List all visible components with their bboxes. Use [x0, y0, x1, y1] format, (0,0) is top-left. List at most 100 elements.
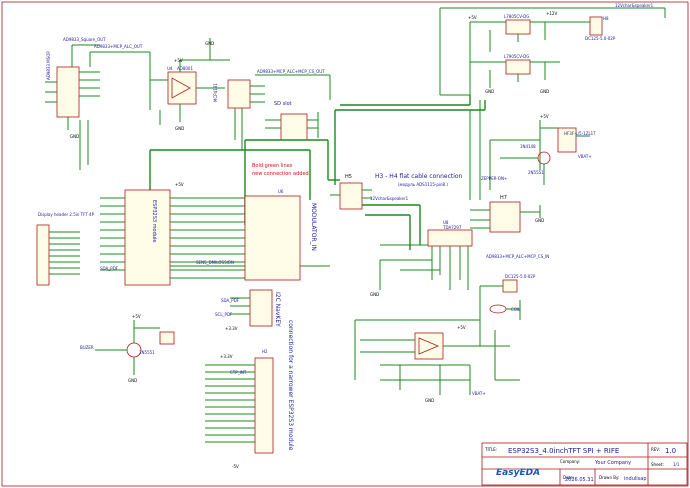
- esp32-label: ESP32S3 module: [151, 200, 157, 242]
- i2c-navkey-connector[interactable]: [249, 289, 273, 327]
- narrow-esp-connector[interactable]: [254, 357, 274, 454]
- gnd-7: GND: [70, 134, 79, 139]
- net-buzer: BUZER: [80, 345, 94, 350]
- easyeda-logo: EasyEDA: [496, 468, 540, 478]
- sd-slot-connector[interactable]: [280, 113, 308, 141]
- note-bold-green: Bold green lines: [252, 163, 293, 169]
- buzzer[interactable]: [159, 331, 175, 345]
- note-h3-h4: H3 - H4 flat cable connection: [375, 173, 463, 180]
- ad9833-label: AD9833 MSOP: [46, 51, 51, 80]
- gnd-9: GND: [535, 218, 544, 223]
- schematic-sheet: { "sheet": { "title_label": "TITLE:", "t…: [0, 0, 690, 488]
- company-label: Company:: [560, 459, 580, 464]
- u4-label: U4: [167, 66, 173, 71]
- date-value: 2026.05.31: [565, 477, 594, 483]
- sheet-title: ESP32S3_4.0inchTFT SPI + RIFE: [508, 447, 619, 455]
- u6-modulator-header[interactable]: [244, 195, 301, 281]
- bottom-right-analog: [354, 319, 520, 395]
- company-value: Your Company: [594, 460, 631, 466]
- u8-chip[interactable]: [427, 229, 473, 247]
- net-mcp-cs-in: AD9833+MCP_ALC+MCP_CS_IN: [486, 254, 549, 259]
- lm7905-chip[interactable]: [505, 59, 531, 75]
- h8-label: H8: [603, 16, 609, 21]
- rev-label: REV:: [651, 447, 660, 452]
- display-header-block: [36, 224, 80, 286]
- h7-connector[interactable]: [489, 201, 521, 233]
- dc-jack-2[interactable]: [502, 279, 518, 293]
- h7-header: H7: [470, 195, 541, 233]
- h5-connector[interactable]: [339, 182, 363, 210]
- net-zepper: ZEPPER-ON+: [481, 176, 507, 181]
- narrow-ctp: CTP_INT: [230, 370, 247, 375]
- gnd-1: GND: [205, 41, 214, 46]
- display-header-label: Display header 2.5in TFT 4P: [38, 212, 95, 217]
- v9-label: +5V: [468, 15, 477, 20]
- rev-value: 1.0: [665, 447, 676, 455]
- esp-v5: +5V: [175, 182, 184, 187]
- ad9833-block: AD9833 MSOP: [45, 44, 150, 170]
- u8-amplifier: U8 TDA7297: [379, 220, 473, 290]
- h5-header: H5: [330, 174, 372, 210]
- u5-chip[interactable]: [227, 79, 251, 109]
- q1-label: 2N5551: [139, 350, 155, 355]
- net-scl-nav: SCL_PDF: [215, 312, 233, 317]
- net-sens: SENS_DMILOSSION: [196, 260, 234, 265]
- gnd-4: GND: [540, 89, 549, 94]
- gnd-6: GND: [425, 398, 434, 403]
- net-vchar-top: 12Vchar&speaker1: [615, 3, 654, 8]
- dc-jack[interactable]: [589, 16, 603, 36]
- buzzer-v5: +5V: [132, 314, 141, 319]
- q2-label: 2N5551: [528, 170, 544, 175]
- gnd-3: GND: [485, 89, 494, 94]
- net-ad9833-square: AD9833_Square_OUT: [63, 37, 106, 42]
- gnd-5: GND: [370, 292, 379, 297]
- u5-name: MCP4131: [213, 83, 218, 102]
- sd-slot-block: SD slot: [265, 101, 319, 141]
- h5-label: H5: [345, 174, 352, 180]
- narrow-connector-block: connection for a narrower ESP32S3 module…: [205, 320, 294, 454]
- vbat-bottom: VBAT+: [472, 391, 486, 396]
- title-label: TITLE:: [484, 447, 497, 452]
- gnd-2: GND: [175, 126, 184, 131]
- coil-symbol[interactable]: [489, 304, 507, 314]
- net-vbat: VBAT+: [578, 154, 592, 159]
- v12-label: +12V: [546, 11, 557, 16]
- dc-jack-2-label: DC125-5.0-02P: [505, 274, 536, 279]
- drawn-value: indulisap: [624, 476, 647, 482]
- gnd-8: GND: [128, 378, 137, 383]
- display-header-connector[interactable]: [36, 224, 50, 286]
- sheet-value: 1/1: [673, 462, 680, 467]
- narrower-label: connection for a narrower ESP32S3 module: [287, 320, 294, 451]
- sheet-label: Sheet:: [651, 462, 664, 467]
- sheet-border: [1, 1, 689, 487]
- coil-label: COIL: [511, 307, 521, 312]
- u6-label: U6: [278, 189, 284, 194]
- u4-name: AD8001: [177, 66, 193, 71]
- lm7905-label: L7905CV-DG: [504, 54, 529, 59]
- lm7805-chip[interactable]: [505, 19, 531, 35]
- esp32-module[interactable]: [124, 189, 171, 286]
- d1-label: 1N4148: [520, 144, 536, 149]
- note-h3-sub: (модуль ADS1115-pin8.): [398, 182, 448, 187]
- relay-block: [469, 100, 590, 200]
- narrow-neg5: -5V: [232, 464, 239, 469]
- opamp-block: U4 AD8001 +5V: [149, 38, 230, 125]
- i2c-navkey-label: I2C NavKEY: [274, 292, 281, 327]
- drawn-label: Drawn By:: [599, 475, 619, 480]
- h2-label: H2: [262, 349, 268, 354]
- relay-v5: +5V: [540, 114, 549, 119]
- buzzer-block: [95, 320, 175, 375]
- net-ad9833-mcp: AD9833+MCP_ALC_OUT: [94, 44, 143, 49]
- mcp-block: MCP4131: [213, 74, 331, 150]
- narrow-v33: +3.3V: [220, 354, 233, 359]
- net-sda-nav: SDA_PDF: [221, 298, 240, 303]
- u8-name: TDA7297: [442, 225, 462, 230]
- ad9833-chip[interactable]: [56, 66, 80, 118]
- power-supply-block: L7805CV-DG L7905CV-DG: [439, 7, 666, 96]
- v5-top: +5V: [174, 58, 183, 63]
- title-block: TITLE: ESP32S3_4.0inchTFT SPI + RIFE REV…: [481, 442, 688, 486]
- h5-vchar-net: 12Vchar&speaker1: [370, 196, 409, 201]
- relay-label: HF3F-L/5-1ZL1T: [564, 131, 596, 136]
- net-sda: SDA_PDF: [100, 266, 119, 271]
- coil-block: [479, 279, 521, 320]
